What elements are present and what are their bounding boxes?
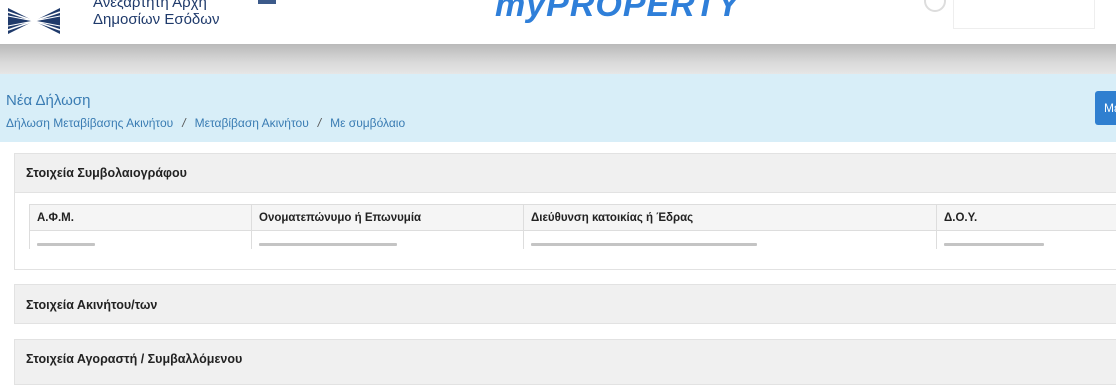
buyer-panel[interactable]: Στοιχεία Αγοραστή / Συμβαλλόμενου (14, 339, 1116, 385)
notary-panel-title[interactable]: Στοιχεία Συμβολαιογράφου (15, 154, 1116, 193)
menu-band (0, 44, 1116, 74)
column-header-afm: Α.Φ.Μ. (30, 205, 252, 231)
property-panel[interactable]: Στοιχεία Ακινήτου/των (14, 284, 1116, 324)
action-button[interactable]: Με (1095, 91, 1116, 125)
brand-logo[interactable]: myPROPERTY (495, 0, 741, 25)
cell-afm-redacted (30, 231, 252, 250)
column-header-name: Ονοματεπώνυμο ή Επωνυμία (252, 205, 524, 231)
breadcrumb-item-contract[interactable]: Με συμβόλαιο (330, 116, 405, 130)
buyer-panel-title[interactable]: Στοιχεία Αγοραστή / Συμβαλλόμενου (15, 340, 1116, 378)
site-header: Ανεξάρτητη Αρχή Δημοσίων Εσόδων myPROPER… (0, 0, 1116, 44)
breadcrumb: Δήλωση Μεταβίβασης Ακινήτου / Μεταβίβαση Α… (6, 116, 405, 130)
notary-panel: Στοιχεία Συμβολαιογράφου Α.Φ.Μ. Ονοματεπ… (14, 153, 1116, 270)
aade-logo-icon[interactable] (6, 2, 62, 40)
column-header-doy: Δ.Ο.Υ. (937, 205, 1116, 231)
cell-doy-redacted (937, 231, 1116, 250)
property-panel-title[interactable]: Στοιχεία Ακινήτου/των (15, 285, 1116, 325)
org-name: Ανεξάρτητη Αρχή Δημοσίων Εσόδων (93, 0, 219, 28)
user-icon[interactable] (924, 0, 946, 12)
breadcrumb-separator: / (182, 116, 185, 130)
column-header-address: Διεύθυνση κατοικίας ή Έδρας (524, 205, 937, 231)
header-user-box[interactable] (953, 0, 1095, 29)
table-header-row: Α.Φ.Μ. Ονοματεπώνυμο ή Επωνυμία Διεύθυνσ… (30, 205, 1116, 231)
org-name-line2: Δημοσίων Εσόδων (93, 11, 219, 28)
breadcrumb-item-declaration[interactable]: Δήλωση Μεταβίβασης Ακινήτου (6, 116, 173, 130)
org-name-line1: Ανεξάρτητη Αρχή (93, 0, 219, 11)
notary-table: Α.Φ.Μ. Ονοματεπώνυμο ή Επωνυμία Διεύθυνσ… (29, 204, 1116, 249)
table-row (30, 231, 1116, 250)
breadcrumb-separator: / (318, 116, 321, 130)
page-title: Νέα Δήλωση (6, 92, 90, 109)
cell-address-redacted (524, 231, 937, 250)
header-decoration (258, 0, 276, 4)
cell-name-redacted (252, 231, 524, 250)
page-title-bar: Νέα Δήλωση Δήλωση Μεταβίβασης Ακινήτου / Μ… (0, 74, 1116, 142)
breadcrumb-item-transfer[interactable]: Μεταβίβαση Ακινήτου (195, 116, 309, 130)
